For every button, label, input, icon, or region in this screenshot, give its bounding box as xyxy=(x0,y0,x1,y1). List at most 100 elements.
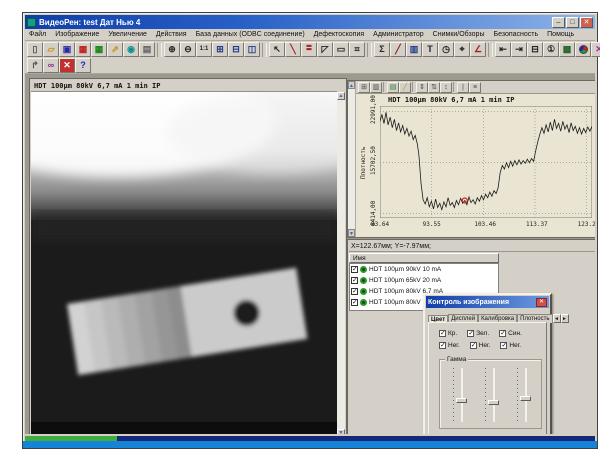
plot-ylabel: Плотность xyxy=(360,146,367,179)
clock-tool-button[interactable]: ◷ xyxy=(438,42,454,57)
profile-table-button[interactable]: ⊞ xyxy=(358,82,370,93)
open-folder-button[interactable]: ▱ xyxy=(43,42,59,57)
profile-scroll-down-icon[interactable]: ▼ xyxy=(348,229,355,237)
level-tool-button[interactable]: 〓 xyxy=(301,42,317,57)
sum-tool-button[interactable]: Σ xyxy=(374,42,390,57)
profile-grid-button[interactable]: ▥ xyxy=(370,82,382,93)
menu-item-9[interactable]: Помощь xyxy=(547,31,574,38)
rgb-wheel-button[interactable] xyxy=(575,42,591,57)
single-box-button[interactable]: ① xyxy=(543,42,559,57)
checkbox-box[interactable]: ✓ xyxy=(470,342,477,349)
profile-edit-button[interactable]: ╱ xyxy=(399,82,411,93)
list-item-checkbox[interactable]: ✓ xyxy=(351,299,358,306)
profile-chart[interactable] xyxy=(380,106,592,218)
menu-item-3[interactable]: Действия xyxy=(156,31,187,38)
menu-item-6[interactable]: Администратор xyxy=(373,31,424,38)
tab-scroll-left-icon[interactable]: ◄ xyxy=(553,314,561,323)
marker-tool-button[interactable]: ◸ xyxy=(317,42,333,57)
pointer-tool-button[interactable]: ↖ xyxy=(269,42,285,57)
checkbox-box[interactable]: ✓ xyxy=(499,330,506,337)
checkbox--2[interactable]: ✓Син. xyxy=(499,330,522,337)
save-file-button[interactable]: ▣ xyxy=(59,42,75,57)
close-button[interactable]: ✕ xyxy=(580,17,593,28)
red-view-button[interactable]: ▦ xyxy=(75,42,91,57)
print-button[interactable]: ▤ xyxy=(139,42,155,57)
new-file-button[interactable]: ▯ xyxy=(27,42,43,57)
dialog-close-icon[interactable]: ✕ xyxy=(536,298,547,307)
checkbox-box[interactable]: ✓ xyxy=(439,330,446,337)
list-item-checkbox[interactable]: ✓ xyxy=(351,266,358,273)
profile-tool-button[interactable]: ╱ xyxy=(390,42,406,57)
line-tool-button[interactable]: ╲ xyxy=(285,42,301,57)
green-view-button[interactable]: ▦ xyxy=(91,42,107,57)
text-tool-button[interactable]: T xyxy=(422,42,438,57)
zoom-in-button[interactable]: ⊕ xyxy=(164,42,180,57)
profile-slider-3-button[interactable]: ↕ xyxy=(440,82,452,93)
list-item-checkbox[interactable]: ✓ xyxy=(351,288,358,295)
gamma-slider-blue[interactable] xyxy=(516,368,532,422)
export-folder-button[interactable]: ⇗ xyxy=(107,42,123,57)
crop-tool-button[interactable]: ⌗ xyxy=(349,42,365,57)
delete-button[interactable]: ✕ xyxy=(59,58,75,73)
scroll-up-icon[interactable]: ▲ xyxy=(337,92,345,100)
checkbox--0[interactable]: ✓Кр. xyxy=(439,330,457,337)
rgb-x-button[interactable]: ✕ xyxy=(591,42,600,57)
profile-slider-1-button[interactable]: ⇕ xyxy=(416,82,428,93)
checkbox--0[interactable]: ✓Нег. xyxy=(439,342,460,349)
split-horizontal-button[interactable]: ⊟ xyxy=(228,42,244,57)
image-vscrollbar[interactable]: ▲ ▼ xyxy=(337,92,345,434)
gamma-slider-red[interactable] xyxy=(452,368,468,422)
next-image-button[interactable]: ⇥ xyxy=(511,42,527,57)
menu-item-2[interactable]: Увеличение xyxy=(108,31,147,38)
menu-item-1[interactable]: Изображение xyxy=(55,31,99,38)
matrix-view-button[interactable]: ▩ xyxy=(559,42,575,57)
roi-tool-button[interactable]: ▭ xyxy=(333,42,349,57)
xray-image[interactable] xyxy=(31,92,337,434)
gamma-slider-green[interactable] xyxy=(484,368,500,422)
title-bar[interactable]: ВидеоРен: test Дат Нью 4 – □ ✕ xyxy=(25,15,595,29)
checkbox-box[interactable]: ✓ xyxy=(467,330,474,337)
menu-item-0[interactable]: Файл xyxy=(29,31,46,38)
secondary-toolbar: ↱∞✕? xyxy=(25,58,595,74)
menu-item-5[interactable]: Дефектоскопия xyxy=(314,31,364,38)
menu-item-8[interactable]: Безопасность xyxy=(493,31,538,38)
search-binoculars-button[interactable]: ∞ xyxy=(43,58,59,73)
target-tool-button[interactable]: ⌖ xyxy=(454,42,470,57)
scroll-down-icon[interactable]: ▼ xyxy=(337,429,345,434)
crop-tool-icon: ⌗ xyxy=(354,45,359,54)
minimize-button[interactable]: – xyxy=(552,17,565,28)
checkbox--1[interactable]: ✓Нег. xyxy=(470,342,491,349)
prev-image-button[interactable]: ⇤ xyxy=(495,42,511,57)
profile-cursor-button[interactable]: ∣ xyxy=(457,82,469,93)
globe-button[interactable]: ◉ xyxy=(123,42,139,57)
profile-cursor-icon: ∣ xyxy=(461,84,465,91)
split-vertical-button[interactable]: ◫ xyxy=(244,42,260,57)
pointer-tool-icon: ↖ xyxy=(273,45,281,54)
list-item-checkbox[interactable]: ✓ xyxy=(351,277,358,284)
profile-export-button[interactable]: ▤ xyxy=(387,82,399,93)
report-page-button[interactable]: ↱ xyxy=(27,58,43,73)
maximize-button[interactable]: □ xyxy=(566,17,579,28)
menu-item-7[interactable]: Снимки/Обзоры xyxy=(433,31,485,38)
profile-slider-2-button[interactable]: ⇅ xyxy=(428,82,440,93)
menu-item-4[interactable]: База данных (ODBC соединение) xyxy=(196,31,305,38)
checkbox-box[interactable]: ✓ xyxy=(500,342,507,349)
profile-options-button[interactable]: ≡ xyxy=(469,82,481,93)
dialog-title-bar[interactable]: Контроль изображения ✕ xyxy=(426,296,549,308)
list-item[interactable]: ✓HDT 100µm 65kV 20 mA xyxy=(350,275,498,286)
tile-windows-button[interactable]: ⊞ xyxy=(212,42,228,57)
checkbox-box[interactable]: ✓ xyxy=(439,342,446,349)
zoom-out-button[interactable]: ⊖ xyxy=(180,42,196,57)
help-button[interactable]: ? xyxy=(75,58,91,73)
checkbox--2[interactable]: ✓Нег. xyxy=(500,342,521,349)
list-item[interactable]: ✓HDT 100µm 90kV 10 mA xyxy=(350,264,498,275)
checkbox--1[interactable]: ✓Зел. xyxy=(467,330,489,337)
tab-scroll-right-icon[interactable]: ► xyxy=(561,314,569,323)
profile-vscrollbar[interactable]: ▲ ▼ xyxy=(348,81,356,237)
remove-box-button[interactable]: ⊟ xyxy=(527,42,543,57)
zoom-out-icon: ⊖ xyxy=(184,45,192,54)
histogram-tool-button[interactable]: ▥ xyxy=(406,42,422,57)
zoom-one-to-one-button[interactable]: 1:1 xyxy=(196,42,212,57)
profile-scroll-up-icon[interactable]: ▲ xyxy=(348,81,355,89)
angle-tool-button[interactable]: ∠ xyxy=(470,42,486,57)
